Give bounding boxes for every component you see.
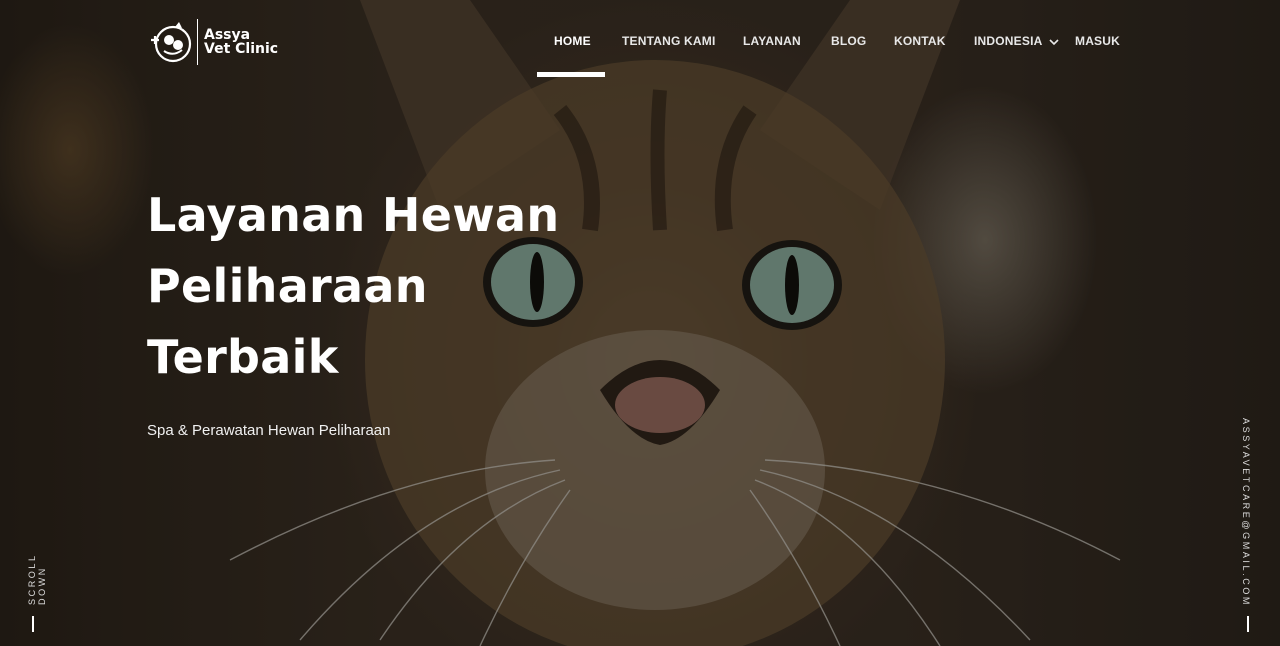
nav-item-layanan[interactable]: LAYANAN — [743, 34, 801, 48]
scroll-down-text: SCROLL DOWN — [27, 553, 47, 605]
hero-title-line2: Peliharaan — [147, 259, 428, 313]
hero-title-line1: Layanan Hewan — [147, 188, 560, 242]
hero-title-line3: Terbaik — [147, 330, 339, 384]
chevron-down-icon[interactable] — [1048, 37, 1060, 47]
side-indicator-line — [1247, 616, 1249, 632]
hero-title: Layanan Hewan Peliharaan Terbaik — [147, 180, 627, 393]
scroll-down-label[interactable]: SCROLL DOWN — [27, 510, 47, 605]
nav-item-masuk[interactable]: MASUK — [1075, 34, 1120, 48]
nav-active-indicator — [537, 72, 605, 77]
side-email-text: ASSYAVETCARE@GMAIL.COM — [1241, 418, 1251, 608]
nav-item-home[interactable]: HOME — [554, 34, 591, 48]
hero-subtitle: Spa & Perawatan Hewan Peliharaan — [147, 422, 391, 439]
nav-item-language[interactable]: INDONESIA — [974, 34, 1042, 48]
nav-item-blog[interactable]: BLOG — [831, 34, 866, 48]
site-header: Assya Vet Clinic HOME TENTANG KAMI LAYAN… — [0, 0, 1280, 80]
side-email[interactable]: ASSYAVETCARE@GMAIL.COM — [1241, 418, 1255, 608]
nav-item-tentang-kami[interactable]: TENTANG KAMI — [622, 34, 716, 48]
nav-item-kontak[interactable]: KONTAK — [894, 34, 946, 48]
scroll-indicator-line — [32, 616, 34, 632]
main-nav: HOME TENTANG KAMI LAYANAN BLOG KONTAK IN… — [0, 34, 1280, 54]
